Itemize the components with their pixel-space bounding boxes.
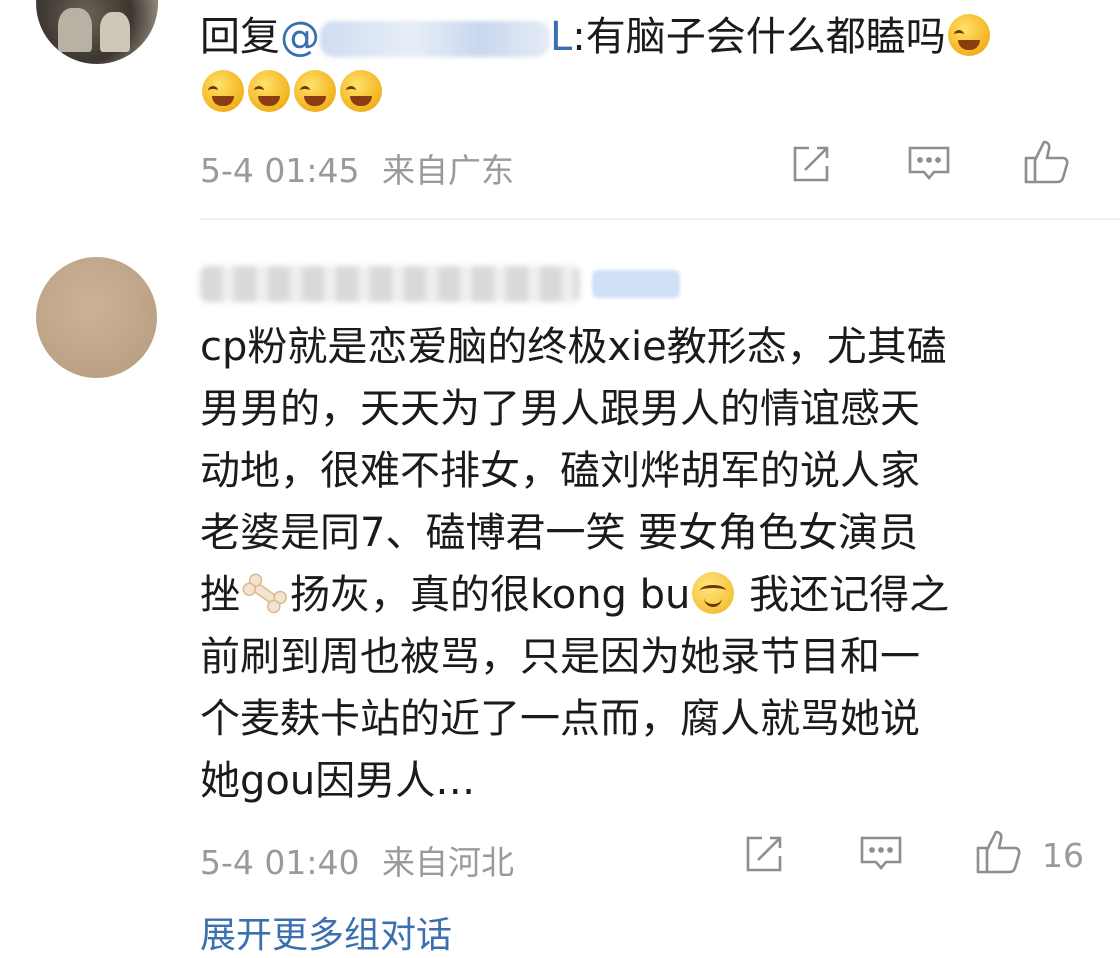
fan-badge [592, 270, 680, 298]
comment-line: 老婆是同7、磕博君一笑 要女角色女演员 [200, 510, 919, 556]
laugh-cry-emoji [340, 70, 382, 112]
comment-line: 挫 扬灰，真的很kong bu 我还记得之 [200, 572, 950, 618]
comment-meta: 5-4 01:45 来自广东 [200, 144, 514, 192]
repost-icon[interactable] [742, 832, 786, 876]
bone-emoji [242, 573, 287, 614]
laugh-cry-emoji [248, 70, 290, 112]
comment-line: 她gou因男人… [200, 758, 476, 804]
comment-time: 5-4 01:40 [200, 843, 360, 882]
comment-text: 回复@ L:有脑子会什么都瞌吗 [200, 6, 992, 68]
comment-line: 个麦麸卡站的近了一点而，腐人就骂她说 [200, 696, 920, 742]
commenter-avatar[interactable] [36, 0, 158, 64]
comment-emoji-row [200, 62, 384, 124]
smile-emoji [692, 572, 735, 614]
comment-time: 5-4 01:45 [200, 151, 360, 190]
laugh-cry-emoji [294, 70, 336, 112]
expand-conversation-link[interactable]: 展开更多组对话 [200, 906, 452, 958]
like-icon[interactable] [974, 828, 1024, 876]
laugh-cry-emoji [202, 70, 244, 112]
comment-location: 来自河北 [382, 843, 514, 882]
comment-line: 男男的，天天为了男人跟男人的情谊感天 [200, 386, 920, 432]
laugh-cry-emoji [947, 14, 990, 56]
like-count: 16 [1042, 836, 1084, 875]
like-icon[interactable] [1022, 138, 1072, 186]
commenter-avatar[interactable] [36, 257, 157, 378]
repost-icon[interactable] [789, 142, 833, 186]
comment-icon[interactable] [858, 832, 904, 876]
comment-line: 前刷到周也被骂，只是因为她录节目和一 [200, 634, 920, 680]
comment-divider [200, 218, 1120, 220]
comment-line: 动地，很难不排女，磕刘烨胡军的说人家 [200, 448, 920, 494]
comment-icon[interactable] [906, 142, 952, 186]
commenter-username[interactable] [200, 262, 680, 303]
comment-line: cp粉就是恋爱脑的终极xie教形态，尤其磕 [200, 324, 947, 370]
comment-location: 来自广东 [382, 151, 514, 190]
comment-meta: 5-4 01:40 来自河北 [200, 836, 514, 884]
mention-link[interactable]: @ L [280, 14, 572, 60]
